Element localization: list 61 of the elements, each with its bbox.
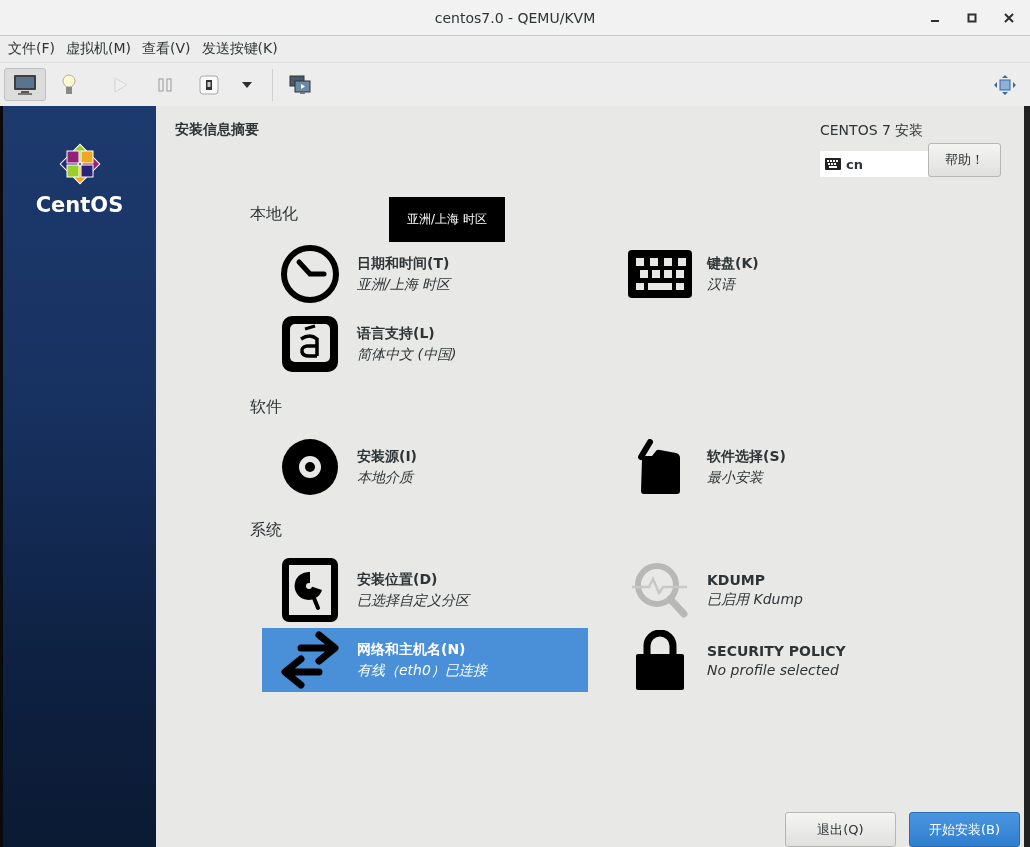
lock-icon [634, 630, 685, 690]
menu-item[interactable]: 发送按键(K) [201, 40, 278, 58]
item-title: 键盘(K) [707, 254, 759, 273]
language-icon [281, 316, 338, 372]
menu-item[interactable]: 查看(V) [142, 40, 191, 58]
keyboard-icon [627, 250, 692, 298]
disc-icon [281, 439, 338, 495]
item-title: 安装位置(D) [357, 570, 439, 589]
item-title: SECURITY POLICY [707, 642, 846, 659]
arrows-icon [278, 631, 341, 689]
resize-icon[interactable] [994, 74, 1016, 95]
item-status: 最小安装 [707, 468, 765, 487]
item-status: No profile selected [707, 661, 840, 678]
menu-item[interactable]: 虚拟机(M) [66, 40, 131, 58]
summary-item[interactable]: 安装源(I) 本地介质 [262, 435, 588, 499]
item-status: 本地介质 [357, 468, 416, 487]
window-title: centos7.0 - QEMU/KVM [434, 9, 596, 26]
keyboard-layout-indicator[interactable]: cn [820, 151, 928, 177]
product-title: CENTOS 7 安装 [820, 122, 925, 140]
logo-text: CentOS [35, 193, 124, 217]
section-heading: 系统 [250, 519, 282, 541]
page-title: 安装信息摘要 [175, 121, 259, 139]
section-heading: 软件 [250, 396, 282, 418]
package-icon [637, 439, 682, 495]
item-title: 网络和主机名(N) [357, 640, 467, 659]
magnifier-icon [630, 561, 689, 619]
help-button[interactable]: 帮助！ [928, 143, 1001, 177]
pause-icon [158, 77, 172, 92]
monitor-button[interactable] [4, 68, 46, 101]
item-status: 汉语 [707, 275, 737, 294]
summary-item[interactable]: KDUMP 已启用 Kdump [612, 558, 938, 622]
maximize-icon[interactable] [967, 13, 977, 23]
caret-icon[interactable] [242, 81, 252, 88]
item-status: 已启用 Kdump [707, 590, 803, 609]
summary-item[interactable]: 软件选择(S) 最小安装 [612, 435, 938, 499]
summary-item[interactable]: 键盘(K) 汉语 [612, 242, 938, 306]
clock-icon [279, 244, 340, 304]
lightbulb-icon [61, 73, 77, 96]
summary-item[interactable]: 安装位置(D) 已选择自定义分区 [262, 558, 588, 622]
item-status: 有线（eth0）已连接 [357, 661, 487, 680]
section-heading: 本地化 [250, 203, 298, 225]
screens-icon[interactable] [289, 74, 311, 95]
item-title: KDUMP [707, 571, 767, 588]
tooltip: 亚洲/上海 时区 [389, 197, 505, 242]
item-status: 已选择自定义分区 [357, 591, 469, 610]
monitor-icon [13, 73, 37, 96]
item-title: 语言支持(L) [357, 324, 436, 343]
item-title: 安装源(I) [357, 447, 417, 466]
item-title: 软件选择(S) [707, 447, 786, 466]
summary-item[interactable]: 语言支持(L) 简体中文 (中国) [262, 312, 588, 376]
item-status: 简体中文 (中国) [357, 345, 457, 364]
menu-item[interactable]: 文件(F) [8, 40, 55, 58]
play-icon [114, 76, 128, 93]
close-icon[interactable] [1004, 13, 1014, 23]
quit-button[interactable]: 退出(Q) [785, 812, 896, 847]
summary-item[interactable]: SECURITY POLICY No profile selected [612, 628, 938, 692]
begin-install-button[interactable]: 开始安装(B) [909, 812, 1020, 847]
switch-icon [199, 74, 219, 95]
summary-item[interactable]: 日期和时间(T) 亚洲/上海 时区 [262, 242, 588, 306]
item-status: 亚洲/上海 时区 [357, 275, 451, 294]
item-title: 日期和时间(T) [357, 254, 451, 273]
